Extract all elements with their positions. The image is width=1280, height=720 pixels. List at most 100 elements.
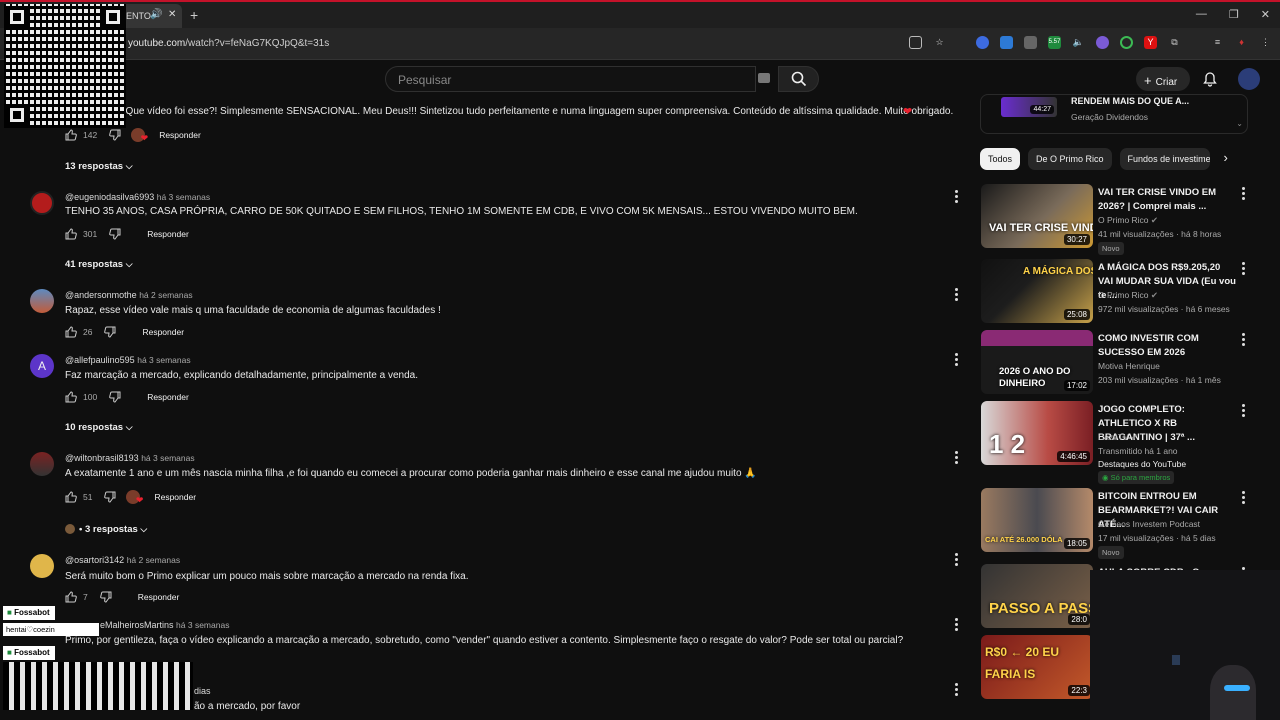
chip-primo-rico[interactable]: De O Primo Rico bbox=[1028, 148, 1112, 170]
show-replies-button[interactable]: • 3 respostas ⌵ bbox=[65, 524, 147, 535]
notifications-bell-icon[interactable] bbox=[1202, 71, 1218, 87]
avatar[interactable]: A bbox=[30, 354, 54, 378]
extension-translate-icon[interactable] bbox=[1000, 36, 1013, 49]
comment-menu-icon[interactable] bbox=[955, 288, 958, 301]
dislike-icon[interactable] bbox=[99, 591, 112, 603]
streamer-silhouette bbox=[1210, 665, 1256, 720]
show-replies-button[interactable]: 41 respostas ⌵ bbox=[65, 259, 133, 270]
comment-menu-icon[interactable] bbox=[955, 618, 958, 631]
bookmark-star-icon[interactable]: ☆ bbox=[933, 36, 946, 49]
comment-menu-icon[interactable] bbox=[955, 683, 958, 696]
keyboard-icon[interactable] bbox=[758, 73, 770, 83]
video-menu-icon[interactable] bbox=[1242, 333, 1245, 346]
screenshot-icon[interactable] bbox=[909, 36, 922, 49]
comment-time: há 2 semanas bbox=[139, 290, 193, 300]
video-duration: 4:46:45 bbox=[1057, 451, 1090, 462]
reply-button[interactable]: Responder bbox=[147, 392, 189, 402]
comment-author[interactable]: @eugeniodasilva6993 há 3 semanas bbox=[65, 192, 210, 202]
dislike-icon[interactable] bbox=[109, 129, 121, 141]
extension-badge-icon[interactable]: 5.57 bbox=[1048, 36, 1061, 49]
extension-screen-icon[interactable] bbox=[1024, 36, 1037, 49]
verified-icon: ✔ bbox=[1131, 432, 1139, 442]
like-icon[interactable] bbox=[65, 491, 77, 503]
reply-button[interactable]: Responder bbox=[159, 130, 201, 140]
browser-tab-active[interactable]: ENTO 🔊 ✕ bbox=[118, 4, 182, 28]
show-replies-button[interactable]: 13 respostas ⌵ bbox=[65, 161, 133, 172]
chevron-right-icon[interactable]: › bbox=[1224, 148, 1228, 170]
reply-button[interactable]: Responder bbox=[142, 327, 184, 337]
dislike-icon[interactable] bbox=[104, 491, 116, 503]
volume-icon[interactable]: 🔈 bbox=[1072, 36, 1085, 49]
minimize-icon[interactable]: — bbox=[1196, 8, 1207, 21]
expand-icon[interactable]: ⌄ bbox=[1236, 119, 1243, 128]
comment-menu-icon[interactable] bbox=[955, 190, 958, 203]
reply-button[interactable]: Responder bbox=[154, 492, 196, 502]
comment-menu-icon[interactable] bbox=[955, 353, 958, 366]
new-badge: Novo bbox=[1098, 546, 1124, 559]
extension-globe-icon[interactable] bbox=[976, 36, 989, 49]
chevron-down-icon: ⌵ bbox=[125, 161, 133, 171]
extension-purple-icon[interactable] bbox=[1096, 36, 1109, 49]
create-label: Criar bbox=[1155, 77, 1178, 88]
speaker-icon[interactable]: 🔊 bbox=[150, 9, 162, 20]
thumbnail-text: CAI ATÉ 26.000 DÓLA bbox=[985, 535, 1063, 544]
media-control-icon[interactable]: ≡ bbox=[1211, 36, 1224, 49]
avatar[interactable] bbox=[30, 554, 54, 578]
extension-y-icon[interactable]: Y bbox=[1144, 36, 1157, 49]
comment-menu-icon[interactable] bbox=[955, 451, 958, 464]
comment-author[interactable]: @allefpaulino595 há 3 semanas bbox=[65, 355, 191, 365]
create-button[interactable]: + Criar bbox=[1136, 67, 1190, 91]
comment-actions: 142 ❤ Responder bbox=[65, 128, 201, 143]
like-icon[interactable] bbox=[65, 391, 77, 403]
profile-icon[interactable]: ♦ bbox=[1235, 36, 1248, 49]
video-menu-icon[interactable] bbox=[1242, 404, 1245, 417]
like-icon[interactable] bbox=[65, 326, 77, 338]
browser-menu-icon[interactable]: ⋮ bbox=[1259, 36, 1272, 49]
close-tab-icon[interactable]: ✕ bbox=[168, 9, 176, 20]
comment-author[interactable]: @osartori3142 há 2 semanas bbox=[65, 555, 180, 565]
account-avatar[interactable] bbox=[1238, 68, 1260, 90]
comment-author[interactable]: @wiltonbrasil8193 há 3 semanas bbox=[65, 453, 195, 463]
recommended-video[interactable]: CAI ATÉ 26.000 DÓLA 18:05 BITCOIN ENTROU… bbox=[980, 488, 1260, 559]
avatar[interactable] bbox=[30, 452, 54, 476]
search-input[interactable]: Pesquisar bbox=[385, 66, 756, 92]
search-button[interactable] bbox=[778, 66, 819, 92]
comment-time: há 3 semanas bbox=[156, 192, 211, 202]
extensions-puzzle-icon[interactable]: ⧉ bbox=[1168, 36, 1181, 49]
recommended-video[interactable]: A MÁGICA DOS R$9.205,20 25:08 A MÁGICA D… bbox=[980, 259, 1260, 329]
thumbnail-text: 1 2 bbox=[989, 429, 1026, 459]
extension-green-ring-icon[interactable] bbox=[1120, 36, 1133, 49]
show-replies-button[interactable]: 10 respostas ⌵ bbox=[65, 422, 133, 433]
like-icon[interactable] bbox=[65, 591, 77, 603]
chip-todos[interactable]: Todos bbox=[980, 148, 1021, 170]
recommended-video[interactable]: 1 2 4:46:45 JOGO COMPLETO: ATHLETICO X R… bbox=[980, 401, 1260, 487]
avatar[interactable] bbox=[30, 191, 54, 215]
chip-fundos[interactable]: Fundos de investime bbox=[1119, 148, 1210, 170]
comment-actions: 301 Responder bbox=[65, 228, 189, 240]
avatar[interactable] bbox=[30, 289, 54, 313]
recommended-video[interactable]: 2026 O ANO DO DINHEIRO 17:02 COMO INVEST… bbox=[980, 330, 1260, 400]
tab-title: ENTO bbox=[126, 11, 151, 21]
recommended-video[interactable]: VAI TER CRISE VINDO AI 30:27 VAI TER CRI… bbox=[980, 184, 1260, 255]
reply-button[interactable]: Responder bbox=[138, 592, 180, 602]
video-menu-icon[interactable] bbox=[1242, 187, 1245, 200]
url-field[interactable]: youtube.com/watch?v=feNaG7KQJpQ&t=31s bbox=[128, 38, 329, 49]
reply-button[interactable]: Responder bbox=[147, 229, 189, 239]
like-icon[interactable] bbox=[65, 228, 77, 240]
dislike-icon[interactable] bbox=[109, 391, 121, 403]
dislike-icon[interactable] bbox=[109, 228, 121, 240]
playlist-card[interactable]: 44:27 RENDEM MAIS DO QUE A... Geração Di… bbox=[980, 94, 1248, 134]
comment-menu-icon[interactable] bbox=[955, 553, 958, 566]
close-window-icon[interactable]: ✕ bbox=[1261, 8, 1270, 21]
video-menu-icon[interactable] bbox=[1242, 491, 1245, 504]
like-icon[interactable] bbox=[65, 129, 77, 141]
new-tab-button[interactable]: + bbox=[190, 7, 198, 23]
comment-time: há 3 semanas bbox=[176, 620, 230, 630]
video-menu-icon[interactable] bbox=[1242, 262, 1245, 275]
comment-author[interactable]: @andersonmothe há 2 semanas bbox=[65, 290, 193, 300]
dislike-icon[interactable] bbox=[104, 326, 116, 338]
restore-icon[interactable]: ❐ bbox=[1229, 8, 1239, 21]
comment-author[interactable]: eMalheirosMartins há 3 semanas bbox=[100, 620, 229, 630]
channel-name: Geração Dividendos bbox=[1071, 112, 1149, 122]
author-handle: @osartori3142 bbox=[65, 555, 125, 565]
